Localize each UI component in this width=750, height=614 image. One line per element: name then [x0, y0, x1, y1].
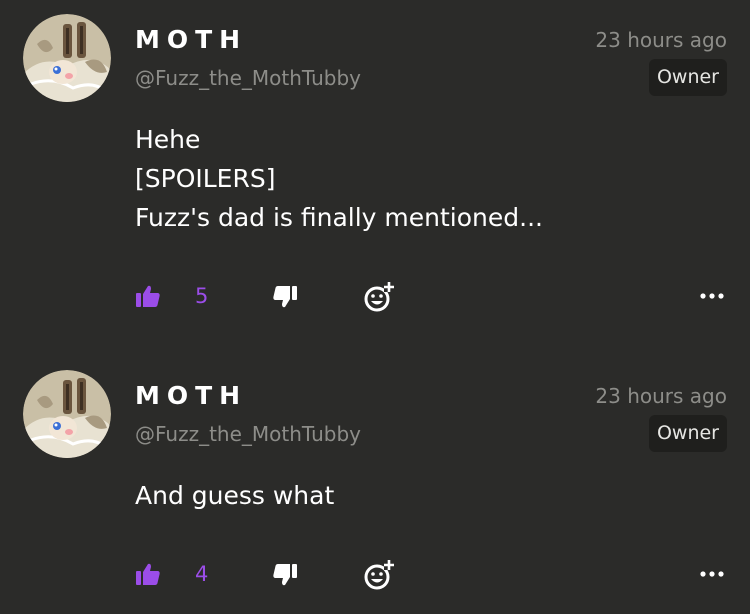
thumbs-up-icon — [136, 563, 160, 585]
owner-badge: Owner — [648, 59, 727, 96]
avatar[interactable] — [23, 14, 111, 102]
add-reaction-icon — [364, 282, 394, 312]
like-count: 4 — [195, 562, 209, 586]
avatar-image — [23, 14, 111, 102]
timestamp[interactable]: 23 hours ago — [595, 383, 727, 409]
author-handle[interactable]: @Fuzz_the_MothTubby — [135, 421, 361, 447]
comment-line: Fuzz's dad is finally mentioned... — [135, 203, 543, 232]
comment-actions: 4 — [0, 558, 750, 592]
more-options-icon — [700, 293, 724, 299]
add-reaction-button[interactable] — [362, 280, 396, 314]
avatar[interactable] — [23, 370, 111, 458]
author-name[interactable]: MOTH — [135, 24, 247, 56]
more-options-button[interactable] — [696, 562, 728, 586]
comment-line: And guess what — [135, 481, 335, 510]
thumbs-down-icon — [273, 286, 297, 308]
comment-card: MOTH @Fuzz_the_MothTubby 23 hours ago Ow… — [0, 356, 750, 614]
thumbs-down-icon — [273, 564, 297, 586]
owner-badge: Owner — [648, 415, 727, 452]
comment-body: Hehe [SPOILERS] Fuzz's dad is finally me… — [135, 120, 543, 237]
author-name[interactable]: MOTH — [135, 380, 247, 412]
comment-line: Hehe — [135, 125, 201, 154]
dislike-button[interactable] — [271, 561, 299, 589]
like-button[interactable] — [134, 282, 162, 310]
like-count: 5 — [195, 284, 209, 308]
avatar-image — [23, 370, 111, 458]
thumbs-up-icon — [136, 285, 160, 307]
comment-body: And guess what — [135, 476, 334, 515]
comment-line: [SPOILERS] — [135, 164, 276, 193]
comment-actions: 5 — [0, 280, 750, 314]
dislike-button[interactable] — [271, 283, 299, 311]
more-options-button[interactable] — [696, 284, 728, 308]
like-button[interactable] — [134, 560, 162, 588]
timestamp[interactable]: 23 hours ago — [595, 27, 727, 53]
author-handle[interactable]: @Fuzz_the_MothTubby — [135, 65, 361, 91]
add-reaction-button[interactable] — [362, 558, 396, 592]
comment-card: MOTH @Fuzz_the_MothTubby 23 hours ago Ow… — [0, 0, 750, 340]
add-reaction-icon — [364, 560, 394, 590]
more-options-icon — [700, 571, 724, 577]
